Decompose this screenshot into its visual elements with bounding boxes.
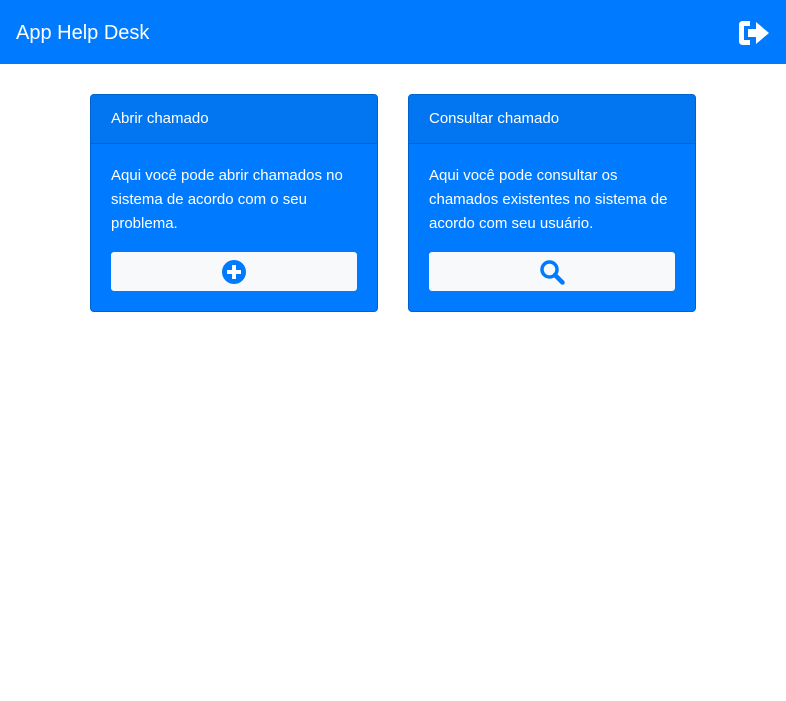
abrir-chamado-button[interactable] <box>111 252 357 291</box>
card-text: Aqui você pode abrir chamados no sistema… <box>111 167 343 232</box>
logout-button[interactable] <box>736 16 772 50</box>
plus-circle-icon <box>222 259 246 284</box>
sign-out-icon <box>736 16 772 50</box>
card-consultar-chamado: Consultar chamado Aqui você pode consult… <box>408 94 696 312</box>
card-body: Aqui você pode consultar os chamados exi… <box>409 144 695 291</box>
consultar-chamado-button[interactable] <box>429 252 675 291</box>
card-body: Aqui você pode abrir chamados no sistema… <box>91 144 377 291</box>
card-text: Aqui você pode consultar os chamados exi… <box>429 167 668 232</box>
card-header: Abrir chamado <box>91 95 377 144</box>
navbar: App Help Desk <box>0 0 786 64</box>
navbar-brand[interactable]: App Help Desk <box>16 20 149 46</box>
card-abrir-chamado: Abrir chamado Aqui você pode abrir chama… <box>90 94 378 312</box>
card-header: Consultar chamado <box>409 95 695 144</box>
search-icon <box>539 259 565 285</box>
